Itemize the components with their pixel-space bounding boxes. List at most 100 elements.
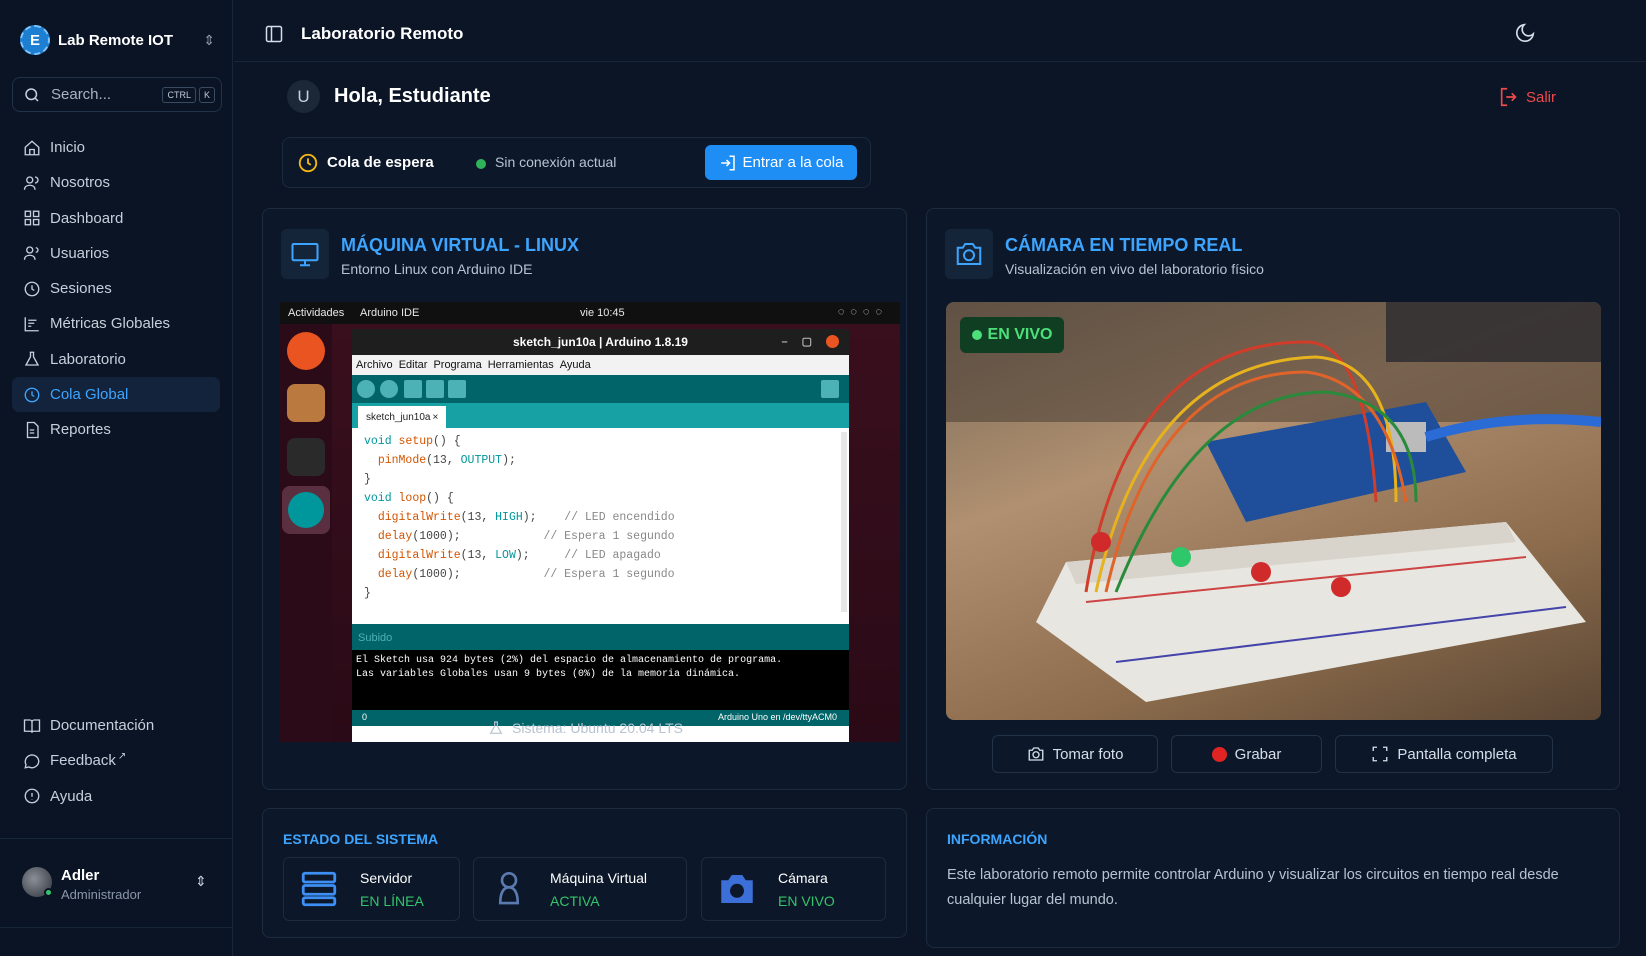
camera-card: CÁMARA EN TIEMPO REAL Visualización en v… <box>926 208 1620 790</box>
sidebar-item-reportes[interactable]: Reportes <box>12 412 220 447</box>
search-input[interactable]: Search... CTRL K <box>12 77 222 112</box>
sidebar-item-cola-global[interactable]: Cola Global <box>12 377 220 413</box>
take-photo-button[interactable]: Tomar foto <box>992 735 1158 773</box>
information-title: INFORMACIÓN <box>947 831 1048 847</box>
close-tab-icon[interactable]: × <box>433 412 439 423</box>
sidebar-item-sesiones[interactable]: Sesiones <box>12 271 220 306</box>
new-sketch-icon[interactable] <box>404 380 422 398</box>
message-icon <box>22 751 42 771</box>
ubuntu-clock: vie 10:45 <box>580 307 625 319</box>
sidebar-item-label: Laboratorio <box>50 350 126 368</box>
menu-herramientas[interactable]: Herramientas <box>488 359 554 371</box>
fullscreen-button[interactable]: Pantalla completa <box>1335 735 1553 773</box>
sidebar-toggle-icon[interactable] <box>264 24 284 49</box>
save-sketch-icon[interactable] <box>448 380 466 398</box>
logout-button[interactable]: Salir <box>1498 86 1556 108</box>
files-app-icon[interactable] <box>287 384 325 422</box>
sidebar-item-documentacion[interactable]: Documentación <box>12 708 220 743</box>
sidebar-item-label: Métricas Globales <box>50 315 171 333</box>
serial-monitor-icon[interactable] <box>821 380 839 398</box>
camera-title: CÁMARA EN TIEMPO REAL <box>1005 235 1243 255</box>
sidebar-item-label: Nosotros <box>50 174 111 192</box>
sketch-tab-label: sketch_jun10a <box>366 411 431 423</box>
flask-icon <box>22 349 42 369</box>
open-sketch-icon[interactable] <box>426 380 444 398</box>
sidebar-nav: Inicio Nosotros Dashboard Usuarios Sesio… <box>12 130 220 448</box>
help-icon <box>22 786 42 806</box>
linux-penguin-icon <box>489 721 503 734</box>
arduino-tabs: sketch_jun10a × <box>352 403 849 428</box>
user-menu[interactable]: Adler Administrador ⇕ <box>0 838 233 928</box>
record-icon <box>1211 746 1227 762</box>
avatar <box>22 867 53 897</box>
activities-button[interactable]: Actividades <box>288 307 344 319</box>
search-placeholder: Search... <box>51 86 112 103</box>
file-icon <box>22 420 42 440</box>
menu-ayuda[interactable]: Ayuda <box>560 359 591 371</box>
chevron-updown-icon: ⇕ <box>203 31 215 48</box>
user-name: Adler <box>61 867 100 884</box>
camera-icon <box>945 229 993 279</box>
sidebar-item-usuarios[interactable]: Usuarios <box>12 236 220 271</box>
console-line: El Sketch usa 924 bytes (2%) del espacio… <box>356 655 783 666</box>
sidebar-item-label: Cola Global <box>50 386 129 404</box>
external-link-icon: ↗ <box>117 751 127 763</box>
take-photo-label: Tomar foto <box>1052 745 1124 763</box>
information-text: Este laboratorio remoto permite controla… <box>947 867 1559 908</box>
upload-icon[interactable] <box>380 380 398 398</box>
kbd-k: K <box>198 86 215 103</box>
vm-value: ACTIVA <box>550 893 600 909</box>
server-label: Servidor <box>360 870 413 886</box>
maximize-icon[interactable]: ▢ <box>802 335 812 348</box>
clock-icon <box>22 385 42 405</box>
editor-scrollbar[interactable] <box>841 432 847 612</box>
brand-name: Lab Remote IOT <box>58 31 174 49</box>
monitor-icon <box>281 229 329 279</box>
sidebar-item-nosotros[interactable]: Nosotros <box>12 165 220 200</box>
menu-programa[interactable]: Programa <box>433 359 481 371</box>
sidebar-item-inicio[interactable]: Inicio <box>12 130 220 165</box>
connection-status-dot <box>476 159 486 169</box>
arduino-toolbar <box>352 375 849 403</box>
live-badge: EN VIVO <box>960 317 1064 353</box>
code-editor[interactable]: void setup() { pinMode(13, OUTPUT); } vo… <box>352 428 849 624</box>
logout-label: Salir <box>1526 88 1557 106</box>
sidebar: E Lab Remote IOT ⇕ Search... CTRL K Inic… <box>0 0 233 956</box>
camera-live-feed[interactable]: EN VIVO <box>946 302 1601 720</box>
menu-archivo[interactable]: Archivo <box>356 359 393 371</box>
avatar: U <box>287 80 320 113</box>
vm-remote-screen[interactable]: Actividades Arduino IDE vie 10:45 ◌◌◌◌ s… <box>280 302 900 742</box>
brand-switcher[interactable]: E Lab Remote IOT ⇕ <box>20 22 215 58</box>
active-app-name: Arduino IDE <box>360 307 420 319</box>
terminal-app-icon[interactable] <box>287 438 325 476</box>
vm-status: Máquina Virtual ACTIVA <box>473 857 687 921</box>
minimize-icon[interactable]: – <box>781 336 787 348</box>
sidebar-item-label: Inicio <box>50 139 86 156</box>
keyboard-shortcut: CTRL K <box>162 86 215 103</box>
ubuntu-dock <box>280 324 332 742</box>
ubuntu-logo-icon[interactable] <box>287 332 325 370</box>
home-icon <box>22 138 42 158</box>
clock-icon <box>297 152 319 179</box>
menu-editar[interactable]: Editar <box>399 359 428 371</box>
arduino-menu-bar: Archivo Editar Programa Herramientas Ayu… <box>352 355 849 375</box>
sketch-tab[interactable]: sketch_jun10a × <box>358 406 447 428</box>
sidebar-item-feedback[interactable]: Feedback ↗ <box>12 743 220 778</box>
record-button[interactable]: Grabar <box>1171 735 1322 773</box>
sidebar-item-metricas-globales[interactable]: Métricas Globales <box>12 306 220 341</box>
system-status-card: ESTADO DEL SISTEMA Servidor EN LÍNEA Máq… <box>262 808 907 938</box>
verify-icon[interactable] <box>357 380 375 398</box>
arduino-app-icon[interactable] <box>282 486 330 534</box>
join-queue-button[interactable]: Entrar a la cola <box>705 145 857 180</box>
sidebar-item-label: Dashboard <box>50 209 124 227</box>
sidebar-item-label: Usuarios <box>50 244 110 262</box>
close-icon[interactable] <box>826 335 839 348</box>
online-status-dot <box>44 888 53 897</box>
chart-icon <box>22 314 42 334</box>
sidebar-item-ayuda[interactable]: Ayuda <box>12 779 220 814</box>
vm-system-label: Sistema: Ubuntu 20.04 LTS <box>512 720 683 736</box>
theme-toggle-moon-icon[interactable] <box>1514 22 1536 49</box>
sidebar-item-laboratorio[interactable]: Laboratorio <box>12 342 220 377</box>
sidebar-item-dashboard[interactable]: Dashboard <box>12 201 220 236</box>
search-icon <box>25 87 39 102</box>
